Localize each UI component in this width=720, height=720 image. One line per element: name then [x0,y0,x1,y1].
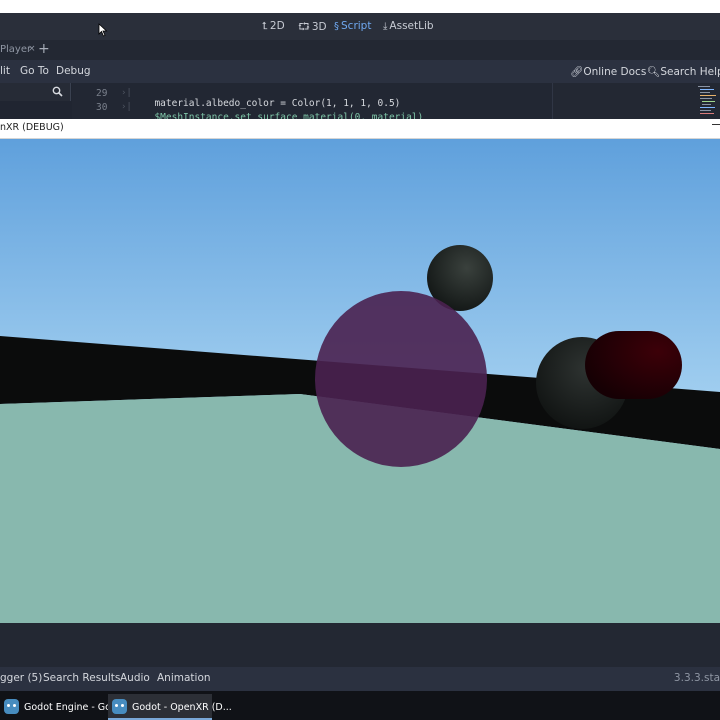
code-minimap[interactable] [698,84,718,118]
link-icon: 🔗︎ [570,66,584,78]
mode-script-button[interactable]: § Script [334,20,371,34]
scene-tab-player[interactable]: Player [0,44,31,55]
right-panel [552,83,720,119]
tab-debugger[interactable]: gger (5) [0,672,42,684]
mode-2d-button[interactable]: ⮤ 2D [262,20,285,34]
scene-render [0,139,720,623]
taskbar-item-godot-openxr[interactable]: Godot - OpenXR (D... [108,694,232,720]
3d-icon: ⮔ [298,22,310,33]
game-viewport[interactable] [0,139,720,623]
line-number: 29 [96,88,108,99]
menu-edit[interactable]: lit [0,65,10,77]
search-doc-icon: 🔍︎ [647,66,661,78]
tab-animation[interactable]: Animation [157,672,211,684]
dark-red-capsule [585,331,682,399]
editor-area [0,623,720,667]
scene-tabs-bar [0,40,720,60]
game-window-title: nXR (DEBUG) [0,122,64,133]
top-window-edge [0,0,720,13]
add-scene-tab-icon[interactable]: + [38,41,50,57]
transparent-purple-sphere [315,291,487,467]
assetlib-icon: ⤓ [383,21,388,32]
godot-icon [112,699,127,714]
tab-search-results[interactable]: Search Results [43,672,120,684]
search-icon [52,86,63,97]
mode-assetlib-button[interactable]: ⤓ AssetLib [383,20,434,34]
scene-tab-close-icon[interactable]: × [28,44,36,54]
script-icon: § [334,21,339,32]
version-label: 3.3.3.sta [673,672,720,684]
menu-debug[interactable]: Debug [56,65,91,77]
taskbar-item-godot-engine[interactable]: Godot Engine - Go... [0,694,120,720]
online-docs-button[interactable]: 🔗︎Online Docs [570,65,646,78]
tab-indent-icon: ›| [121,102,132,112]
menu-go-to[interactable]: Go To [20,65,49,77]
tab-indent-icon: ›| [121,88,132,98]
line-number: 30 [96,102,108,113]
mouse-cursor-icon [98,23,108,37]
mode-3d-button[interactable]: ⮔ 3D [298,20,327,34]
godot-icon [4,699,19,714]
minimize-icon[interactable] [712,124,720,125]
tab-audio[interactable]: Audio [120,672,150,684]
search-help-button[interactable]: 🔍︎Search Help [647,65,720,78]
game-window-title-bar[interactable]: nXR (DEBUG) [0,119,720,139]
2d-icon: ⮤ [262,21,268,32]
